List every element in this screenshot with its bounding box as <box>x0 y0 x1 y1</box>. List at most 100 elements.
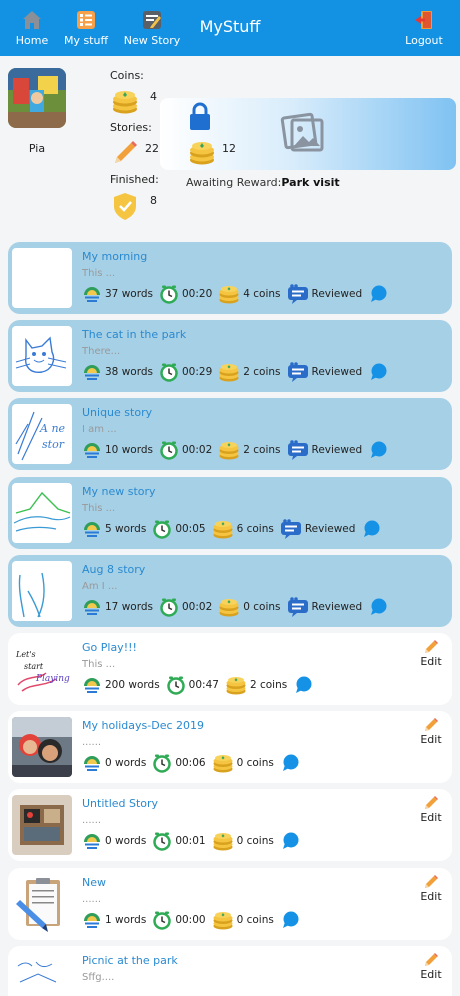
svg-text:Playing: Playing <box>35 674 70 684</box>
new-story-icon <box>143 11 161 29</box>
story-excerpt: Am I ... <box>82 581 118 592</box>
story-card[interactable]: Untitled Story...... 0 words 00:01 0 coins E… <box>8 789 452 861</box>
edit-button[interactable]: Edit <box>418 717 444 746</box>
word-count: 0 words <box>105 757 147 769</box>
story-coins: 2 coins <box>243 444 281 456</box>
story-title[interactable]: The cat in the park <box>82 328 186 341</box>
edit-label: Edit <box>420 968 442 981</box>
word-count: 17 words <box>105 601 153 613</box>
logout-button[interactable]: Logout <box>402 9 446 47</box>
story-card[interactable]: A ne stor Unique story I am ... 10 words 00:0… <box>8 398 452 470</box>
chat-bubble-icon[interactable] <box>368 440 388 460</box>
edit-pencil-icon <box>425 875 438 888</box>
avatar[interactable] <box>8 68 66 128</box>
story-title[interactable]: Untitled Story <box>82 797 158 810</box>
story-coins: 6 coins <box>236 523 274 535</box>
chat-bubble-icon[interactable] <box>293 675 313 695</box>
chat-bubble-icon[interactable] <box>368 284 388 304</box>
words-icon <box>84 287 100 302</box>
story-thumbnail[interactable] <box>12 717 72 777</box>
story-title[interactable]: My new story <box>82 485 156 498</box>
words-icon <box>84 756 100 771</box>
story-coins: 2 coins <box>249 679 288 691</box>
story-excerpt: ...... <box>82 894 102 905</box>
coins-icon <box>213 755 233 773</box>
story-card[interactable]: My morning This ... 37 words 00:20 4 coins Re… <box>8 242 452 314</box>
reward-panel[interactable]: 12 <box>160 98 456 170</box>
story-excerpt: I am ... <box>82 424 117 435</box>
finished-count: 8 <box>150 194 157 207</box>
story-time: 00:20 <box>181 288 213 300</box>
chat-bubble-icon[interactable] <box>361 519 381 539</box>
story-card[interactable]: Picnic at the park Sffg.... Edit <box>8 946 452 996</box>
app-title: MyStuff <box>199 17 261 36</box>
nav-home[interactable]: Home <box>14 9 50 47</box>
story-coins: 0 coins <box>236 914 274 926</box>
story-title[interactable]: Go Play!!! <box>82 641 137 654</box>
story-thumbnail[interactable]: A ne stor <box>12 404 72 464</box>
edit-button[interactable]: Edit <box>418 639 444 668</box>
story-excerpt: This ... <box>82 268 116 279</box>
story-title[interactable]: My holidays-Dec 2019 <box>82 719 204 732</box>
chat-bubble-icon[interactable] <box>280 910 300 930</box>
chat-bubble-icon[interactable] <box>368 362 388 382</box>
story-time: 00:00 <box>175 914 206 926</box>
chat-bubble-icon[interactable] <box>280 753 300 773</box>
logout-icon <box>415 11 432 29</box>
edit-button[interactable]: Edit <box>418 874 444 903</box>
story-card[interactable]: Aug 8 story Am I ... 17 words 00:02 0 coins R… <box>8 555 452 627</box>
words-icon <box>84 678 100 693</box>
story-thumbnail[interactable] <box>12 795 72 855</box>
chat-bubble-icon[interactable] <box>280 831 300 851</box>
edit-button[interactable]: Edit <box>418 795 444 824</box>
story-card[interactable]: My holidays-Dec 2019...... 0 words 00:06 0 … <box>8 711 452 783</box>
story-time: 00:02 <box>181 601 213 613</box>
edit-label: Edit <box>420 733 442 746</box>
finished-label: Finished: <box>110 173 159 186</box>
coins-label: Coins: <box>110 69 144 82</box>
story-time: 00:06 <box>175 757 206 769</box>
story-excerpt: ...... <box>82 737 102 748</box>
story-thumbnail[interactable]: Let's start Playing <box>12 639 72 699</box>
badge-icon <box>114 193 136 220</box>
story-excerpt: Sffg.... <box>82 972 115 983</box>
words-icon <box>84 913 100 928</box>
reward-status: Awaiting Reward:Park visit <box>186 176 340 189</box>
checklist-icon <box>77 11 95 29</box>
nav-home-label: Home <box>15 34 49 47</box>
story-thumbnail[interactable] <box>12 561 72 621</box>
story-title[interactable]: Unique story <box>82 406 152 419</box>
story-card[interactable]: My new story This ... 5 words 00:05 6 coins R… <box>8 477 452 549</box>
story-title[interactable]: New <box>82 876 106 889</box>
word-count: 10 words <box>105 444 153 456</box>
story-thumbnail[interactable] <box>12 874 72 934</box>
story-time: 00:02 <box>181 444 213 456</box>
nav-my-stuff[interactable]: My stuff <box>60 9 112 47</box>
story-time: 00:01 <box>175 835 206 847</box>
user-name: Pia <box>28 142 46 155</box>
chat-bubble-icon[interactable] <box>368 597 388 617</box>
story-title[interactable]: My morning <box>82 250 147 263</box>
word-count: 200 words <box>105 679 160 691</box>
reviewed-icon <box>287 597 308 617</box>
story-thumbnail[interactable] <box>12 248 72 308</box>
story-thumbnail[interactable] <box>12 326 72 386</box>
story-card[interactable]: The cat in the park There... 38 words 00:29… <box>8 320 452 392</box>
story-card[interactable]: New...... 1 words 00:00 0 coins Edit <box>8 868 452 940</box>
reward-coins: 12 <box>222 142 236 155</box>
story-card[interactable]: Let's start Playing Go Play!!! This ... 200 w… <box>8 633 452 705</box>
story-title[interactable]: Picnic at the park <box>82 954 178 967</box>
story-title[interactable]: Aug 8 story <box>82 563 145 576</box>
edit-pencil-icon <box>425 796 438 809</box>
reward-name: Park visit <box>281 176 340 189</box>
story-thumbnail[interactable] <box>12 483 72 543</box>
edit-pencil-icon <box>425 640 438 653</box>
story-thumbnail[interactable] <box>12 952 72 996</box>
story-excerpt: There... <box>82 346 121 357</box>
coins-icon <box>113 91 137 114</box>
story-coins: 0 coins <box>236 835 274 847</box>
story-meta: 10 words 00:02 2 coins Reviewed <box>82 440 388 460</box>
clock-icon <box>160 598 178 617</box>
nav-new-story[interactable]: New Story <box>120 9 184 47</box>
edit-button[interactable]: Edit <box>418 952 444 981</box>
